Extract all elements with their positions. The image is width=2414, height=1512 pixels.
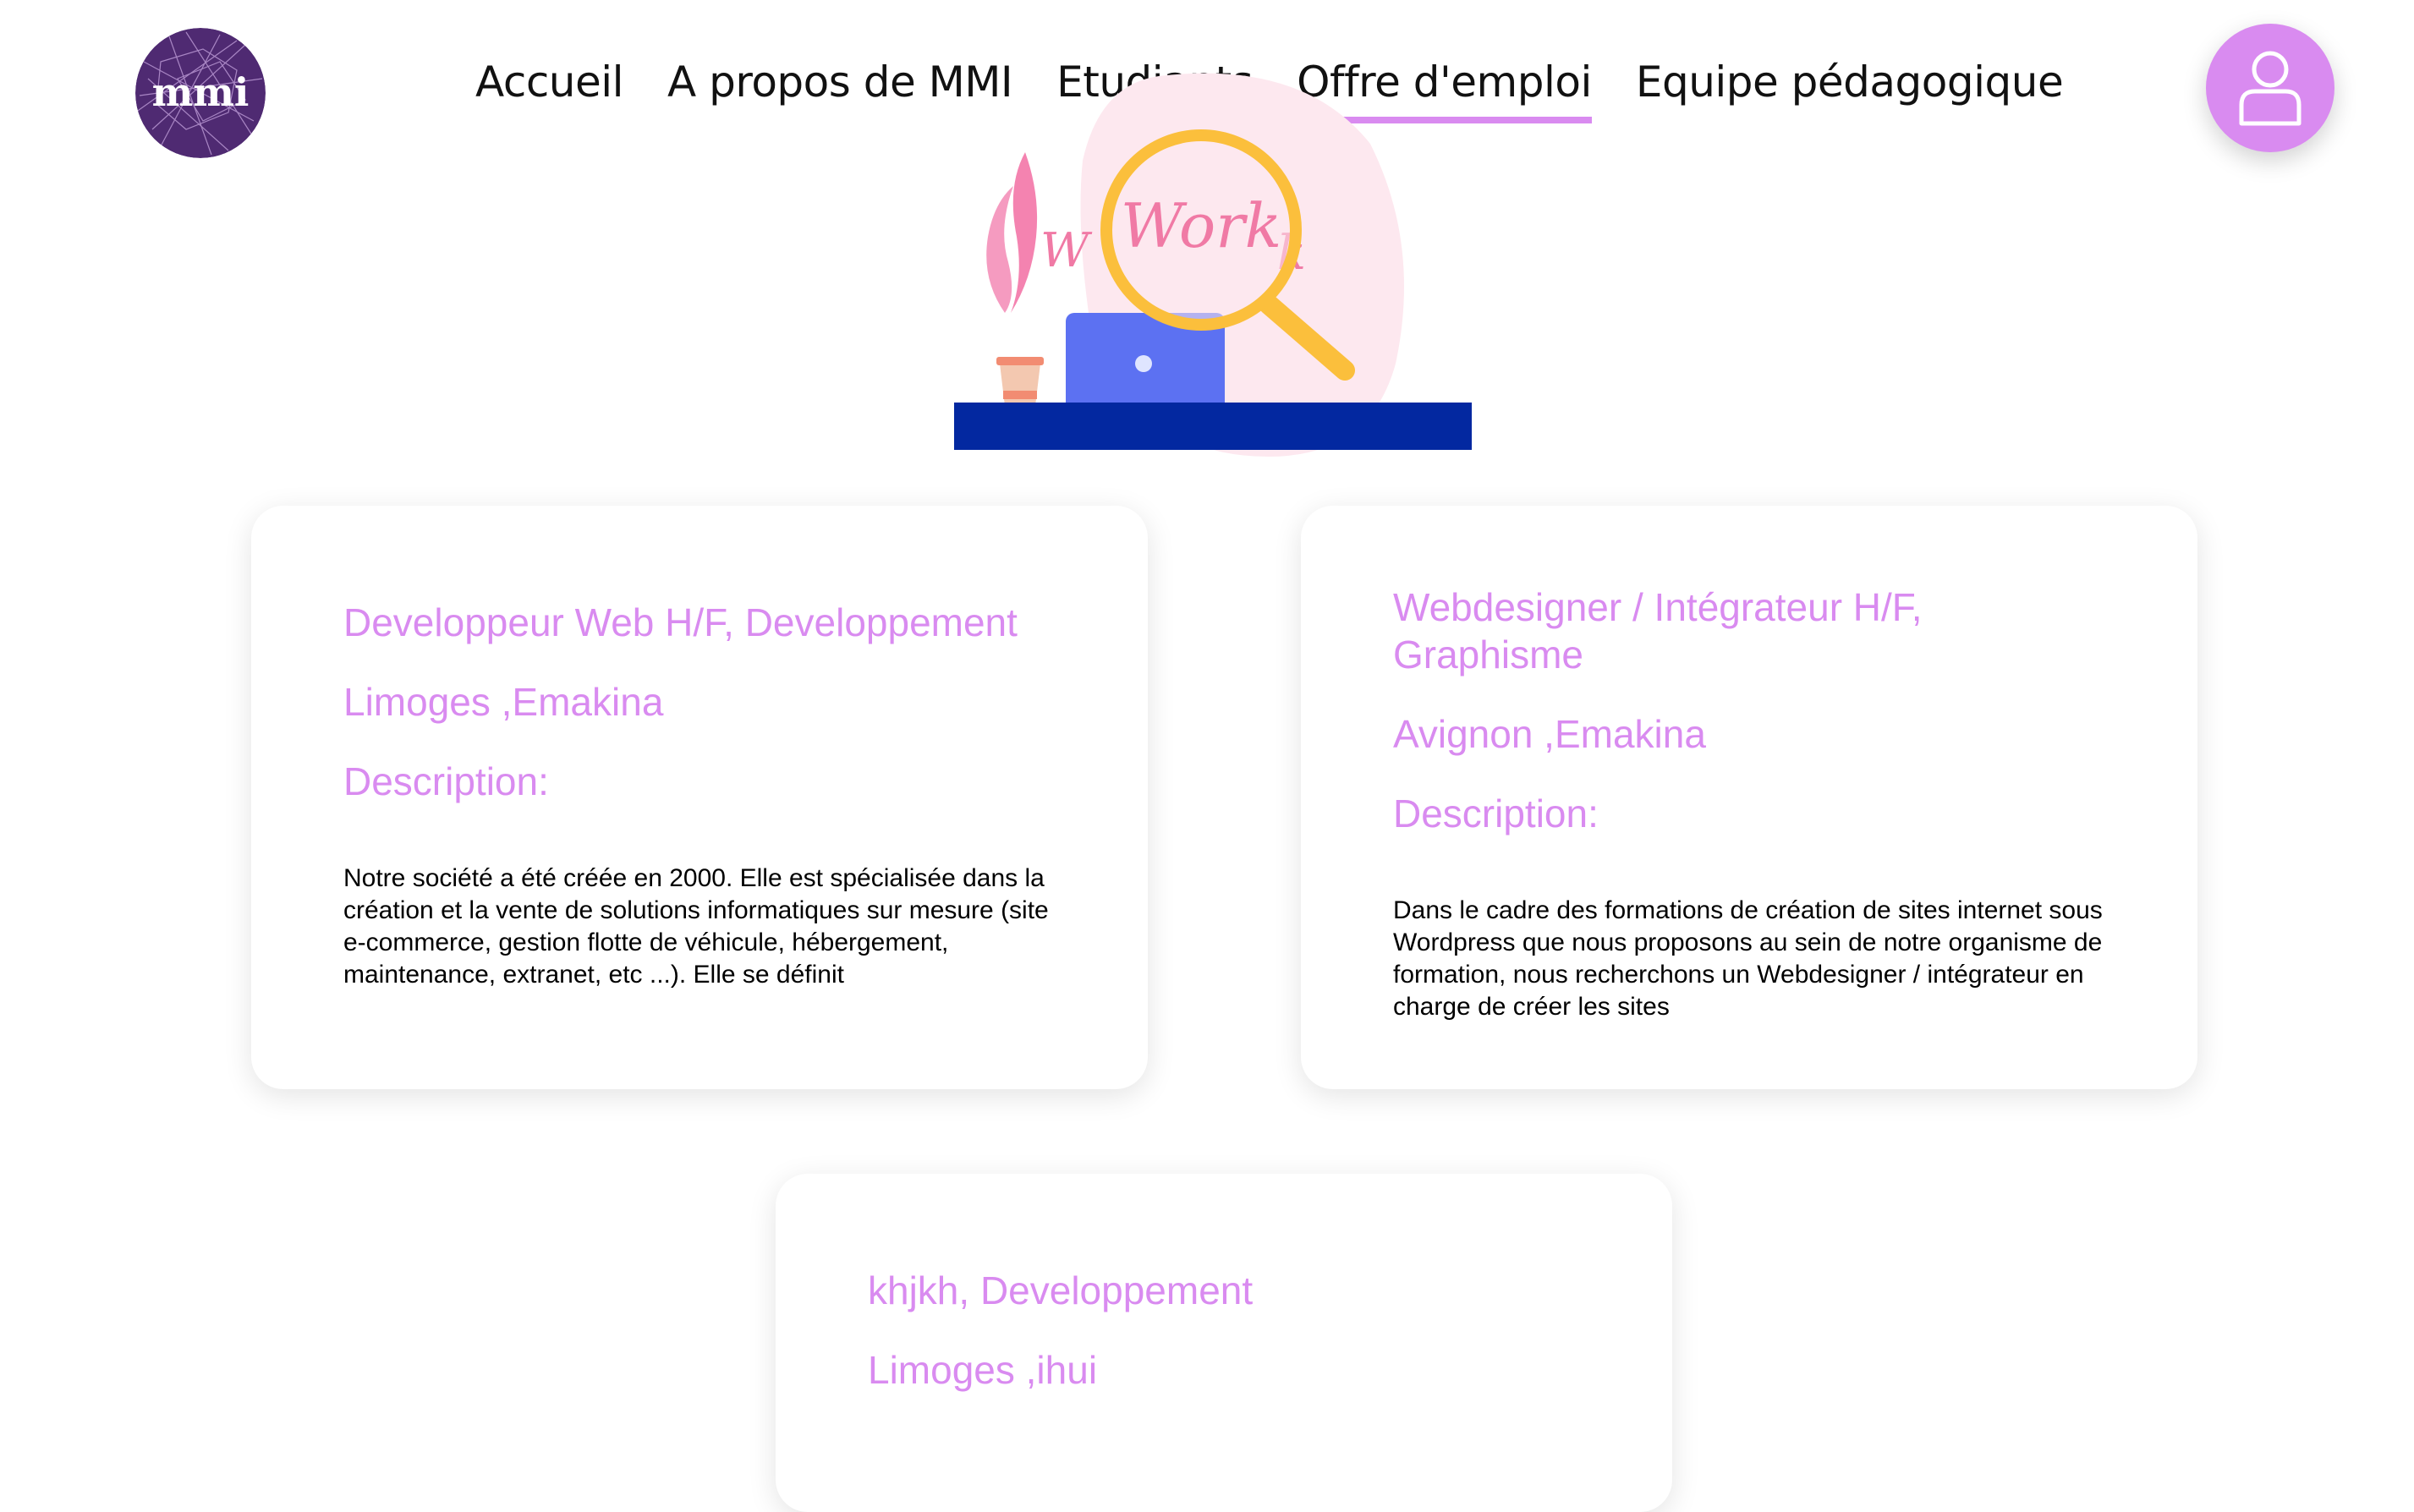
job-offer-card[interactable]: Developpeur Web H/F, Developpement Limog…	[251, 506, 1148, 1089]
nav-accueil[interactable]: Accueil	[475, 58, 624, 123]
description-label: Description:	[343, 759, 549, 803]
job-description: Notre société a été créée en 2000. Elle …	[343, 864, 1049, 989]
work-illustration: W k Work	[947, 59, 1480, 516]
user-account-button[interactable]	[2206, 24, 2334, 152]
job-title[interactable]: Developpeur Web H/F, Developpement	[343, 599, 1105, 646]
work-text: Work	[1121, 190, 1282, 261]
description-label: Description:	[1393, 792, 1599, 835]
job-description: Dans le cadre des formations de création…	[1393, 896, 2103, 1021]
coffee-cup	[1000, 364, 1040, 406]
logo-text: mmi	[152, 69, 250, 115]
job-title[interactable]: Webdesigner / Intégrateur H/F, Graphisme	[1393, 583, 2002, 678]
steam-shape	[1011, 152, 1038, 313]
job-location: Limoges ,Emakina	[343, 680, 664, 724]
svg-text:W: W	[1040, 223, 1093, 278]
mmi-logo[interactable]: mmi	[135, 28, 266, 158]
job-location: Avignon ,Emakina	[1393, 712, 1706, 756]
nav-equipe-pedagogique[interactable]: Equipe pédagogique	[1636, 58, 2064, 123]
job-offer-card[interactable]: khjkh, Developpement Limoges ,ihui	[776, 1174, 1672, 1512]
job-title[interactable]: khjkh, Developpement	[868, 1267, 1629, 1314]
job-offer-card[interactable]: Webdesigner / Intégrateur H/F, Graphisme…	[1301, 506, 2197, 1089]
user-icon	[2239, 51, 2302, 126]
desk	[954, 403, 1472, 450]
